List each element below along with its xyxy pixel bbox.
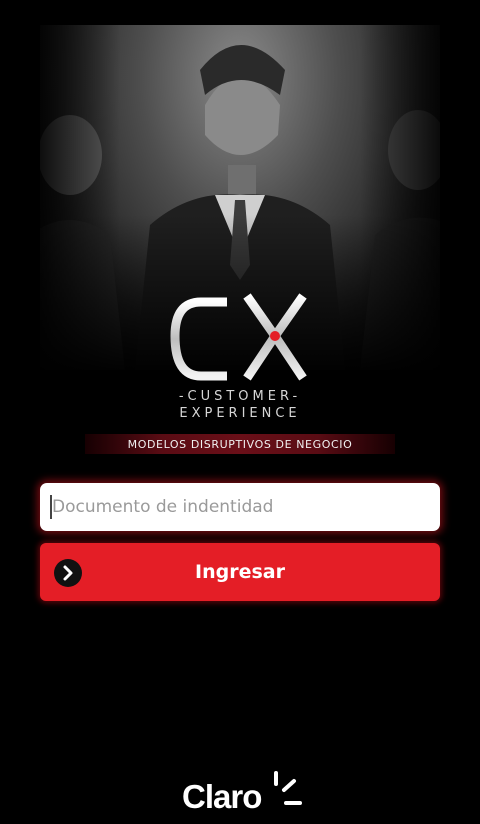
text-caret [50,495,52,519]
ingresar-label: Ingresar [195,561,285,583]
tagline-customer: -CUSTOMER- [178,389,302,404]
document-id-field[interactable] [40,483,440,531]
slogan-text: MODELOS DISRUPTIVOS DE NEGOCIO [127,437,353,451]
slogan-banner: MODELOS DISRUPTIVOS DE NEGOCIO [85,434,395,454]
cx-logo [170,293,307,381]
claro-brand-name: Claro [182,778,262,815]
tagline-experience: EXPERIENCE [179,406,301,421]
claro-rays-icon [274,771,302,805]
claro-logo: Claro [182,770,312,820]
ingresar-button[interactable]: Ingresar [40,543,440,601]
